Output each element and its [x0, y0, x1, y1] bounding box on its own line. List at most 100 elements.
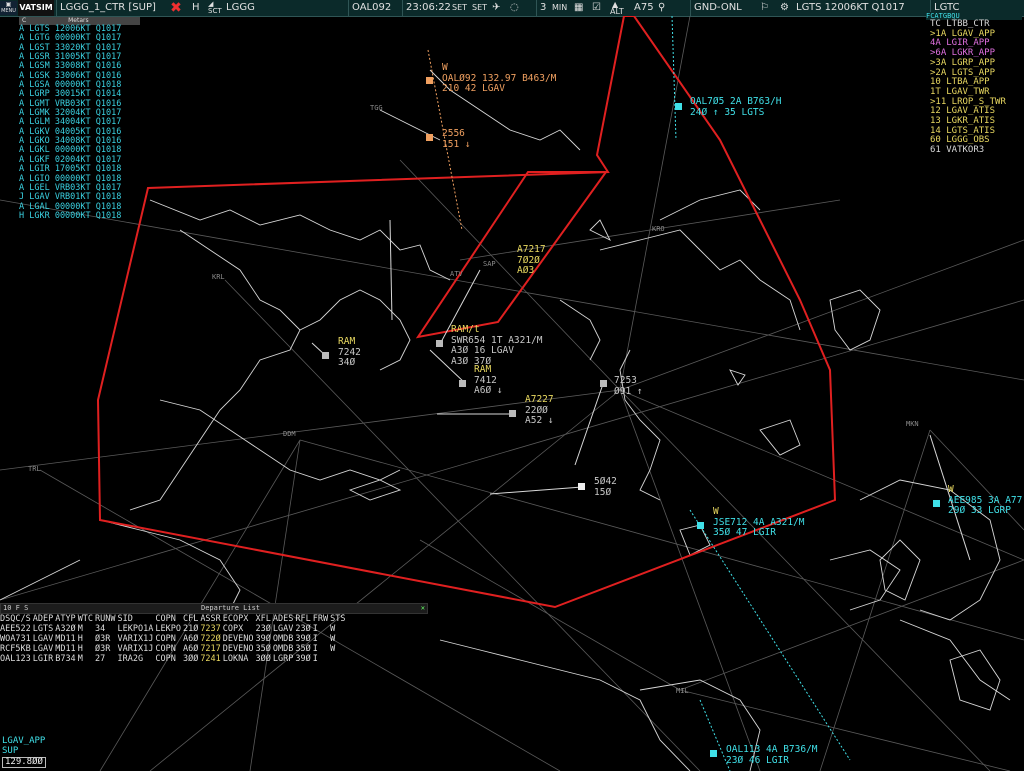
- departure-cell[interactable]: 23Ø: [256, 624, 273, 634]
- departure-cell[interactable]: OMDB: [273, 644, 295, 654]
- column-header[interactable]: XFL: [256, 614, 273, 624]
- min-button[interactable]: MIN: [552, 0, 572, 16]
- aircraft-target[interactable]: [509, 410, 516, 417]
- close-icon[interactable]: ✕: [421, 604, 425, 613]
- datablock-a7217[interactable]: A7217 7Ø2Ø AØ3: [517, 244, 546, 277]
- datablock-7242[interactable]: RAM 7242 34Ø: [338, 336, 361, 369]
- departure-cell[interactable]: 39Ø: [256, 634, 273, 644]
- datablock-oal113[interactable]: OAL113 4A B736/M 23Ø 46 LGIR: [726, 744, 818, 766]
- column-header[interactable]: ECOPX: [223, 614, 256, 624]
- set-button-2[interactable]: SET: [472, 0, 490, 16]
- column-header[interactable]: ASSR: [200, 614, 222, 624]
- datablock-oal092[interactable]: W OALØ92 132.97 B463/M 210 42 LGAV: [442, 62, 556, 95]
- departure-cell[interactable]: H: [78, 634, 95, 644]
- datablock-a7227[interactable]: A7227 22ØØ A52 ↓: [525, 394, 554, 427]
- departure-cell[interactable]: 7217: [200, 644, 222, 654]
- column-header[interactable]: CFL: [183, 614, 200, 624]
- departure-cell[interactable]: 27: [95, 654, 117, 664]
- departure-cell[interactable]: [330, 654, 347, 664]
- departure-cell[interactable]: COPN: [155, 654, 183, 664]
- aircraft-target[interactable]: [675, 103, 682, 110]
- datablock-5042[interactable]: 5Ø42 15Ø: [594, 476, 617, 498]
- departure-cell[interactable]: LOKNA: [223, 654, 256, 664]
- departure-row[interactable]: WOA731 LGAV MD11 H Ø3R VARIX1J COPN A6Ø 722Ø DEVE…: [0, 634, 347, 644]
- aircraft-target[interactable]: [933, 500, 940, 507]
- aircraft-target[interactable]: [436, 340, 443, 347]
- metar-display[interactable]: LGTS 12006KT Q1017: [796, 0, 906, 16]
- departure-cell[interactable]: Ø3R: [95, 644, 117, 654]
- column-header[interactable]: WTC: [78, 614, 95, 624]
- aircraft-target[interactable]: [578, 483, 585, 490]
- departure-cell[interactable]: LGRP: [273, 654, 295, 664]
- departure-cell[interactable]: 21Ø: [183, 624, 200, 634]
- column-header[interactable]: RUNW: [95, 614, 117, 624]
- up-arrow-icon[interactable]: ▲: [612, 0, 624, 13]
- departure-row[interactable]: AEE522 LGTS A32Ø M 34 LEKPO1A LEKPO 21Ø 7237 COPX…: [0, 624, 347, 634]
- datablock-7253[interactable]: 7253 Ø91 ↑: [614, 375, 643, 397]
- departure-cell[interactable]: LGAV: [273, 624, 295, 634]
- metar-window[interactable]: C Metars A LGTS 12006KT Q1017 A LGTG 0000…: [19, 17, 140, 234]
- datablock-7412[interactable]: RAM 7412 A6Ø ↓: [474, 364, 503, 397]
- zoom-label[interactable]: A75: [634, 0, 654, 16]
- departure-cell[interactable]: 39Ø: [295, 634, 312, 644]
- column-header[interactable]: SID: [118, 614, 156, 624]
- departure-cell[interactable]: H: [78, 644, 95, 654]
- departure-cell[interactable]: IRA2G: [118, 654, 156, 664]
- datablock-jse712[interactable]: W JSE712 4A A321/M 35Ø 47 LGIR: [713, 506, 805, 539]
- departure-cell[interactable]: M: [78, 654, 95, 664]
- departure-cell[interactable]: LGAV: [33, 644, 55, 654]
- range-icon[interactable]: ◌: [510, 0, 522, 16]
- departure-cell[interactable]: COPX: [223, 624, 256, 634]
- departure-cell[interactable]: WOA731: [0, 634, 33, 644]
- aircraft-target[interactable]: [710, 750, 717, 757]
- aircraft-target[interactable]: [426, 77, 433, 84]
- departure-cell[interactable]: AEE522: [0, 624, 33, 634]
- column-header[interactable]: STS: [330, 614, 347, 624]
- mode-label[interactable]: GND-ONL: [690, 0, 753, 16]
- departure-cell[interactable]: I: [313, 624, 330, 634]
- aircraft-target[interactable]: [426, 134, 433, 141]
- datablock-oal705[interactable]: OAL7Ø5 2A B763/H 24Ø ↑ 35 LGTS: [690, 96, 782, 118]
- departure-cell[interactable]: 7241: [200, 654, 222, 664]
- departure-cell[interactable]: B734: [55, 654, 77, 664]
- datablock-swr654[interactable]: RAM/t SWR654 1T A321/M A3Ø 16 LGAV A3Ø 37Ø: [451, 324, 543, 367]
- departure-cell[interactable]: 39Ø: [295, 654, 312, 664]
- departure-cell[interactable]: RCF5KB: [0, 644, 33, 654]
- departure-cell[interactable]: OMDB: [273, 634, 295, 644]
- aircraft-target[interactable]: [600, 380, 607, 387]
- departure-cell[interactable]: COPN: [155, 644, 183, 654]
- departure-cell[interactable]: W: [330, 644, 347, 654]
- departure-cell[interactable]: 35Ø: [295, 644, 312, 654]
- frequency-row[interactable]: 61 VATKOR3: [926, 145, 1022, 156]
- column-header[interactable]: COPN: [155, 614, 183, 624]
- sector-name[interactable]: LGGG: [226, 0, 266, 16]
- departure-cell[interactable]: W: [330, 624, 347, 634]
- departure-cell[interactable]: LGAV: [33, 634, 55, 644]
- departure-cell[interactable]: MD11: [55, 644, 77, 654]
- departure-cell[interactable]: LEKPO: [155, 624, 183, 634]
- departure-cell[interactable]: COPN: [155, 634, 183, 644]
- sct-toggle[interactable]: ◢ SCT: [208, 0, 226, 16]
- departure-cell[interactable]: 3ØØ: [183, 654, 200, 664]
- selected-callsign[interactable]: OAL092: [348, 0, 403, 16]
- h-toggle[interactable]: H: [192, 0, 202, 16]
- departure-cell[interactable]: MD11: [55, 634, 77, 644]
- departure-row[interactable]: RCF5KB LGAV MD11 H Ø3R VARIX1J COPN A6Ø 7217 DEVE…: [0, 644, 347, 654]
- profile-label[interactable]: LGGG_1_CTR [SUP]: [56, 0, 169, 16]
- departure-cell[interactable]: I: [313, 634, 330, 644]
- departure-cell[interactable]: 3ØØ: [256, 654, 273, 664]
- departure-cell[interactable]: 34: [95, 624, 117, 634]
- column-header[interactable]: DSQC/S: [0, 614, 33, 624]
- departure-cell[interactable]: LEKPO1A: [118, 624, 156, 634]
- aircraft-target[interactable]: [459, 380, 466, 387]
- departure-cell[interactable]: 35Ø: [256, 644, 273, 654]
- metar-close-button[interactable]: C: [22, 17, 26, 24]
- departure-cell[interactable]: DEVENO: [223, 634, 256, 644]
- departure-cell[interactable]: DEVENO: [223, 644, 256, 654]
- pin-icon[interactable]: ⚲: [658, 0, 670, 16]
- departure-row[interactable]: OAL123 LGIR B734 M 27 IRA2G COPN 3ØØ 7241 LOKNA 3Ø…: [0, 654, 347, 664]
- departure-cell[interactable]: I: [313, 644, 330, 654]
- departure-cell[interactable]: A6Ø: [183, 644, 200, 654]
- aircraft-target[interactable]: [322, 352, 329, 359]
- departure-list-window[interactable]: 10 F S Departure List ✕ DSQC/S ADEP ATYP WT…: [0, 603, 428, 668]
